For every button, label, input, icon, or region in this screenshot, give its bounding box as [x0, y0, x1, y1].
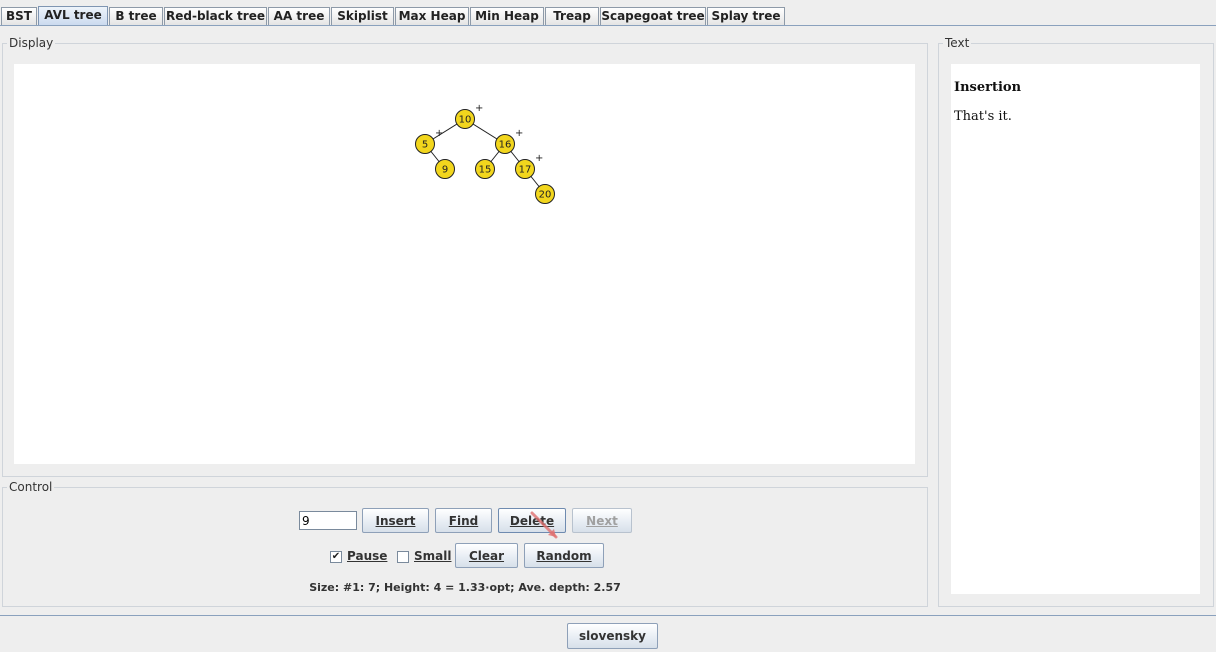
tree-node-key: 5: [422, 140, 428, 151]
footer-divider: [0, 615, 1216, 616]
small-label[interactable]: Small: [414, 549, 451, 563]
tab-bst[interactable]: BST: [1, 7, 37, 25]
tab-skiplist[interactable]: Skiplist: [331, 7, 394, 25]
pause-checkbox[interactable]: ✔: [330, 551, 342, 563]
tree-node: 16+: [495, 128, 523, 154]
tab-max-heap[interactable]: Max Heap: [395, 7, 469, 25]
find-button[interactable]: Find: [435, 508, 492, 533]
tab-treap[interactable]: Treap: [545, 7, 599, 25]
random-button[interactable]: Random: [524, 543, 604, 568]
tab-b-tree[interactable]: B tree: [109, 7, 163, 25]
tree-node-key: 20: [539, 190, 552, 201]
tree-node-key: 15: [479, 165, 492, 176]
tree-node-balance: +: [475, 103, 483, 114]
tree-node-balance: +: [435, 128, 443, 139]
tree-node: 20: [535, 184, 555, 204]
tab-aa-tree[interactable]: AA tree: [268, 7, 330, 25]
tree-node: 17+: [515, 153, 543, 179]
tab-red-black-tree[interactable]: Red-black tree: [164, 7, 267, 25]
explanation-heading: Insertion: [954, 80, 1022, 95]
tab-bar-divider: [0, 25, 1216, 26]
value-input[interactable]: [299, 511, 357, 530]
tree-node: 5+: [415, 128, 443, 154]
small-checkbox[interactable]: [397, 551, 409, 563]
tab-splay-tree[interactable]: Splay tree: [707, 7, 785, 25]
language-button[interactable]: slovensky: [567, 623, 658, 649]
text-panel: Text Insertion That's it.: [938, 36, 1214, 607]
tree-node: 10+: [455, 103, 483, 129]
explanation-body: That's it.: [954, 109, 1012, 124]
tree-node-balance: +: [515, 128, 523, 139]
tab-min-heap[interactable]: Min Heap: [470, 7, 544, 25]
next-button[interactable]: Next: [572, 508, 632, 533]
mouse-cursor-icon: [530, 511, 558, 539]
tree-node-balance: +: [535, 153, 543, 164]
tree-node-key: 9: [442, 165, 448, 176]
avl-tree-diagram: 10+5+16+9 15 17+20: [415, 103, 555, 204]
clear-button[interactable]: Clear: [455, 543, 518, 568]
checkmark-icon: ✔: [331, 551, 341, 562]
tree-node-key: 16: [499, 140, 512, 151]
tab-bar: BST AVL tree B tree Red-black tree AA tr…: [0, 0, 1216, 26]
tab-scapegoat-tree[interactable]: Scapegoat tree: [600, 7, 706, 25]
explanation-text-area: Insertion That's it.: [951, 64, 1200, 594]
tree-node-key: 10: [459, 115, 472, 126]
tree-node: 15: [475, 159, 495, 179]
display-legend: Display: [7, 36, 56, 50]
tab-avl-tree[interactable]: AVL tree: [38, 6, 108, 26]
display-panel: Display 10 +5 +16 +9 15 17 +20: [2, 36, 928, 477]
tree-node: 9: [435, 159, 455, 179]
pause-label[interactable]: Pause: [347, 549, 387, 563]
tree-canvas[interactable]: 10 +5 +16 +9 15 17 +20: [14, 64, 915, 464]
insert-button[interactable]: Insert: [362, 508, 429, 533]
tree-node-key: 17: [519, 165, 532, 176]
tree-statistics: Size: #1: 7; Height: 4 = 1.33·opt; Ave. …: [309, 581, 621, 594]
control-panel: Control Insert Find Delete Next ✔ Pause …: [2, 480, 928, 607]
text-legend: Text: [943, 36, 972, 50]
control-legend: Control: [7, 480, 55, 494]
